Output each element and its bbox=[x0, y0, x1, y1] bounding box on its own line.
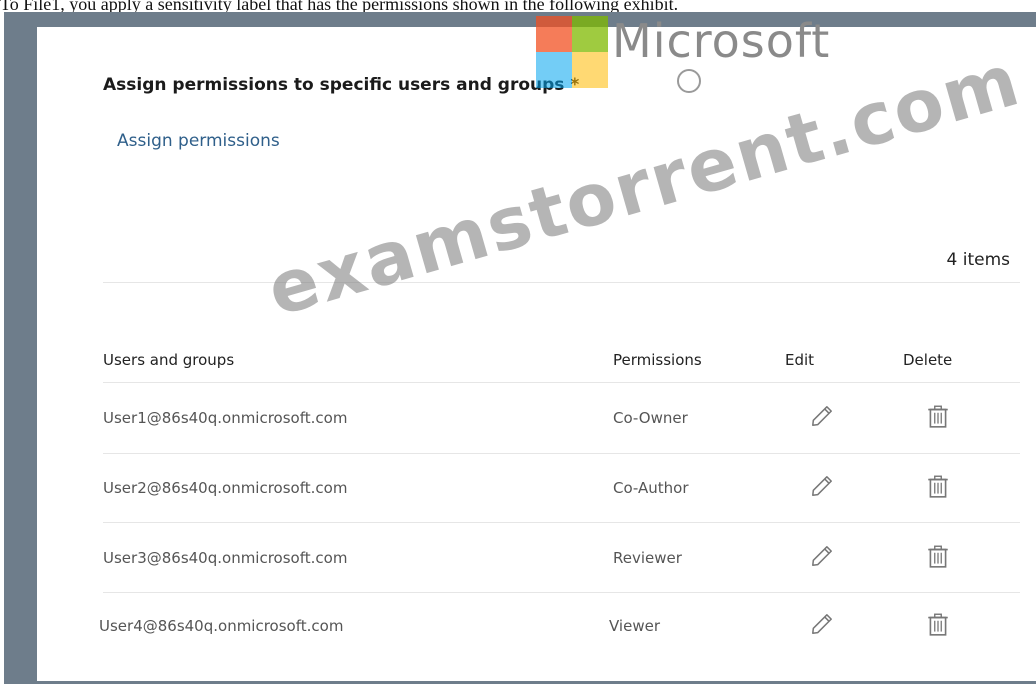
pencil-icon[interactable] bbox=[809, 473, 835, 499]
logo-square-red bbox=[536, 16, 572, 52]
row-1-permission: Co-Owner bbox=[613, 409, 688, 427]
trash-icon[interactable] bbox=[925, 403, 951, 429]
microsoft-logo bbox=[500, 0, 610, 88]
assign-permissions-link[interactable]: Assign permissions bbox=[117, 131, 280, 151]
row-4-permission: Viewer bbox=[609, 617, 660, 635]
row-2-permission: Co-Author bbox=[613, 479, 689, 497]
row-divider bbox=[103, 453, 1020, 454]
row-divider bbox=[103, 522, 1020, 523]
logo-square-green bbox=[572, 16, 608, 52]
pencil-icon[interactable] bbox=[809, 543, 835, 569]
row-3-user: User3@86s40q.onmicrosoft.com bbox=[103, 549, 348, 567]
logo-square-yellow bbox=[572, 52, 608, 88]
divider bbox=[103, 282, 1020, 283]
pencil-icon[interactable] bbox=[809, 611, 835, 637]
row-2-user: User2@86s40q.onmicrosoft.com bbox=[103, 479, 348, 497]
column-header-users: Users and groups bbox=[103, 351, 235, 369]
column-header-delete: Delete bbox=[903, 351, 953, 369]
row-3-permission: Reviewer bbox=[613, 549, 682, 567]
row-divider bbox=[103, 592, 1020, 593]
row-4-user: User4@86s40q.onmicrosoft.com bbox=[99, 617, 344, 635]
row-1-user: User1@86s40q.onmicrosoft.com bbox=[103, 409, 348, 427]
trash-icon[interactable] bbox=[925, 543, 951, 569]
header-divider bbox=[103, 382, 1020, 383]
info-icon[interactable] bbox=[677, 69, 701, 93]
column-header-permissions: Permissions bbox=[613, 351, 702, 369]
item-count: 4 items bbox=[946, 250, 1010, 270]
column-header-edit: Edit bbox=[785, 351, 815, 369]
trash-icon[interactable] bbox=[925, 611, 951, 637]
pencil-icon[interactable] bbox=[809, 403, 835, 429]
trash-icon[interactable] bbox=[925, 473, 951, 499]
microsoft-wordmark: Microsoft bbox=[612, 14, 831, 68]
logo-square-blue bbox=[536, 52, 572, 88]
